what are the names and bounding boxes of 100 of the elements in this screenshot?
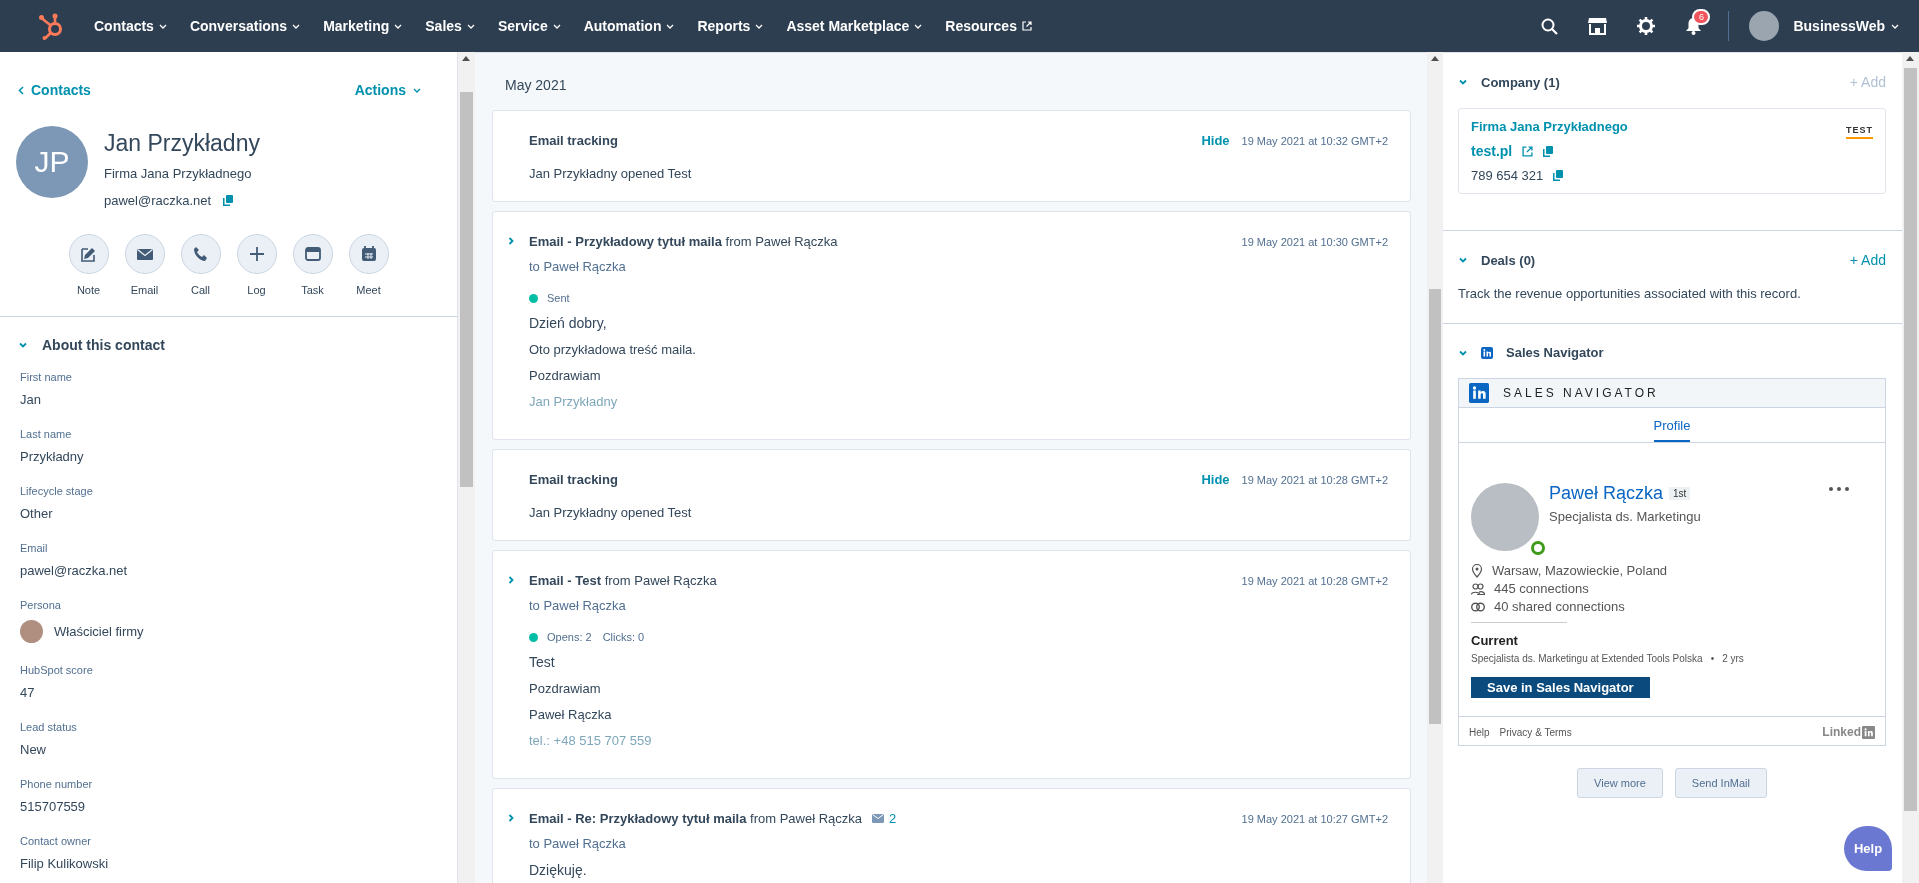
nav-menu-item[interactable]: Service	[497, 18, 561, 34]
contact-company: Firma Jana Przykładnego	[104, 166, 253, 181]
field-label: HubSpot score	[20, 664, 94, 676]
current-position-heading: Current	[1471, 633, 1519, 648]
scrollbar-thumb[interactable]	[460, 91, 473, 487]
section-title[interactable]: About this contact	[42, 337, 165, 353]
field-label: Last name	[20, 428, 73, 440]
log-action-button[interactable]	[236, 234, 277, 274]
more-options-icon[interactable]	[1829, 487, 1849, 491]
email-stat: Clicks: 0	[602, 631, 645, 643]
email-stat: Sent	[547, 292, 570, 304]
hide-link[interactable]: Hide	[1201, 133, 1230, 148]
add-button[interactable]: + Add	[1849, 252, 1886, 268]
nav-menu-item[interactable]: Conversations	[189, 18, 301, 34]
event-time: 19 May 2021 at 10:28 GMT+2	[1241, 574, 1388, 587]
location-pin-icon	[1471, 563, 1483, 578]
section-title[interactable]: Deals (0)	[1481, 252, 1536, 268]
external-link-icon	[1021, 21, 1032, 31]
chevron-down-icon[interactable]	[1458, 255, 1468, 265]
scroll-up-arrow-icon[interactable]	[1906, 55, 1914, 61]
company-domain-link[interactable]: test.pl	[1471, 143, 1513, 159]
email-recipient: to Paweł Rączka	[529, 598, 627, 613]
position-duration: 2 yrs	[1722, 653, 1744, 664]
log-icon	[247, 245, 266, 263]
chevron-right-icon[interactable]	[506, 813, 516, 823]
email-subject[interactable]: Email - Przykładowy tytuł maila from Paweł Rączka	[529, 234, 838, 249]
scrollbar-thumb[interactable]	[1904, 68, 1917, 811]
email-body-line: Jan Przykładny	[529, 394, 619, 409]
footer-link[interactable]: Help	[1469, 726, 1490, 738]
nav-menu-item[interactable]: Automation	[583, 18, 675, 34]
section-title[interactable]: Company (1)	[1481, 74, 1560, 90]
save-in-sales-navigator-button[interactable]: Save in Sales Navigator	[1471, 677, 1650, 698]
external-link-icon[interactable]	[1522, 145, 1534, 157]
field-label: Lead status	[20, 721, 78, 733]
chevron-down-icon[interactable]	[18, 340, 28, 350]
actions-menu[interactable]: Actions	[354, 82, 421, 98]
email-subject[interactable]: Email - Re: Przykładowy tytuł maila from Paweł Rączka	[529, 811, 863, 826]
chevron-down-icon[interactable]	[1458, 77, 1468, 87]
current-position: Specjalista ds. Marketingu at Extended Tools Polska	[1471, 653, 1703, 664]
field-label: Persona	[20, 599, 62, 611]
nav-menu-item[interactable]: Asset Marketplace	[786, 18, 923, 34]
call-action-button[interactable]	[180, 234, 221, 274]
task-icon	[303, 245, 322, 263]
email-action-button[interactable]	[124, 234, 165, 274]
profile-action-button[interactable]: View more	[1577, 768, 1663, 798]
hide-link[interactable]: Hide	[1201, 472, 1230, 487]
task-action-button[interactable]	[292, 234, 333, 274]
scroll-up-arrow-icon[interactable]	[1431, 55, 1439, 61]
profile-tab[interactable]: Profile	[1653, 408, 1691, 442]
footer-link[interactable]: Privacy & Terms	[1499, 726, 1572, 738]
field-label: Phone number	[20, 778, 94, 790]
linkedin-icon	[1862, 725, 1875, 739]
month-heading: May 2021	[504, 76, 568, 95]
caret-icon	[755, 23, 764, 29]
email-subject[interactable]: Email - Test from Paweł Rączka	[529, 573, 717, 588]
chevron-left-icon	[18, 85, 24, 95]
profile-action-button[interactable]: Send InMail	[1674, 768, 1767, 798]
copy-icon[interactable]	[1553, 170, 1564, 181]
field-label: Lifecycle stage	[20, 485, 94, 497]
note-icon	[79, 245, 98, 263]
profile-name-link[interactable]: Paweł Rączka	[1549, 483, 1664, 504]
field-label: First name	[20, 371, 73, 383]
settings-icon[interactable]	[1637, 17, 1656, 35]
copy-icon[interactable]	[223, 195, 234, 206]
email-body-line: Oto przykładowa treść maila.	[529, 342, 697, 357]
caret-icon	[394, 23, 403, 29]
connections-count: 445 connections	[1494, 581, 1589, 596]
section-title[interactable]: Sales Navigator	[1506, 345, 1604, 360]
store-icon[interactable]	[1588, 17, 1608, 35]
meet-action-button[interactable]	[348, 234, 389, 274]
event-text: Jan Przykładny opened Test	[529, 505, 693, 520]
caret-icon	[914, 23, 923, 29]
email-body-line: Paweł Rączka	[529, 707, 613, 722]
chevron-right-icon[interactable]	[506, 575, 516, 585]
logo-icon[interactable]	[38, 12, 64, 40]
back-to-contacts-link[interactable]: Contacts	[18, 82, 91, 98]
linkedin-icon	[1469, 383, 1489, 403]
nav-menu-item[interactable]: Sales	[425, 18, 475, 34]
copy-icon[interactable]	[1543, 145, 1554, 157]
status-dot	[529, 293, 538, 303]
company-name-link[interactable]: Firma Jana Przykładnego	[1471, 119, 1628, 134]
envelope-icon	[872, 814, 885, 823]
account-menu[interactable]: BusinessWeb	[1793, 18, 1899, 34]
scroll-up-arrow-icon[interactable]	[462, 55, 470, 61]
scrollbar-thumb[interactable]	[1429, 289, 1441, 724]
nav-menu-item[interactable]: Marketing	[323, 18, 403, 34]
thread-count[interactable]: 2	[889, 811, 897, 826]
linkedin-brand-text: Linked	[1822, 725, 1861, 739]
email-body-line: Pozdrawiam	[529, 681, 602, 696]
nav-menu-item[interactable]: Contacts	[94, 18, 167, 34]
user-avatar[interactable]	[1749, 11, 1780, 41]
event-time: 19 May 2021 at 10:28 GMT+2	[1241, 473, 1388, 486]
note-action-button[interactable]	[68, 234, 109, 274]
search-icon[interactable]	[1541, 17, 1559, 35]
nav-menu-item[interactable]: Resources	[945, 18, 1032, 34]
chevron-right-icon[interactable]	[506, 236, 516, 246]
contact-email: pawel@raczka.net	[104, 193, 212, 208]
nav-menu-item[interactable]: Reports	[697, 18, 764, 34]
help-button[interactable]: Help	[1844, 826, 1892, 871]
company-logo: TEST	[1846, 125, 1873, 139]
